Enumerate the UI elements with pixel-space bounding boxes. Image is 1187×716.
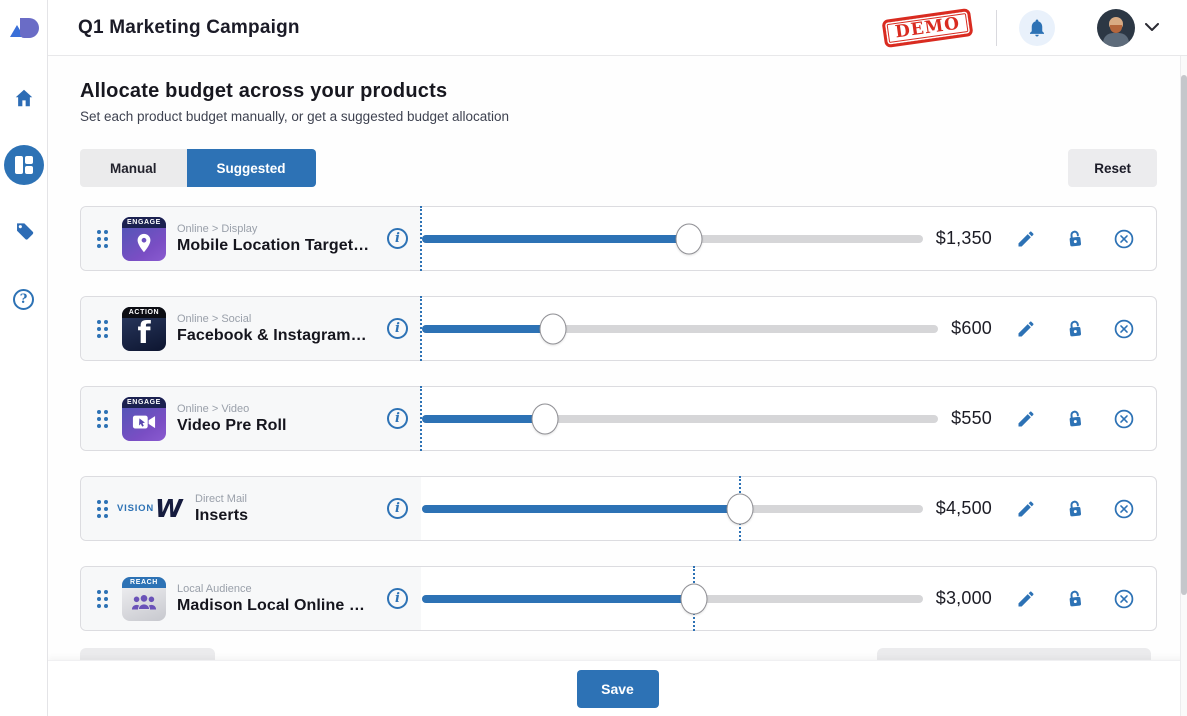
budget-value: $550 — [951, 408, 992, 429]
next-row-peek — [80, 648, 215, 660]
app-window: ? Q1 Marketing Campaign DEMO — [0, 0, 1187, 716]
lock-icon[interactable] — [1064, 228, 1086, 250]
drag-handle-icon[interactable] — [97, 500, 108, 518]
scrollbar[interactable] — [1180, 56, 1187, 716]
product-row: VISION W Direct Mail Inserts i — [80, 476, 1157, 541]
budget-slider[interactable] — [421, 566, 923, 631]
budget-slider[interactable] — [421, 476, 923, 541]
product-category: Online > Video — [177, 403, 379, 415]
home-icon[interactable] — [4, 78, 44, 118]
product-icon-location-pin: ENGAGE — [122, 217, 166, 261]
edit-pencil-icon[interactable] — [1015, 228, 1037, 250]
avatar — [1097, 9, 1135, 47]
app-logo-icon — [0, 0, 47, 56]
save-button[interactable]: Save — [577, 670, 659, 708]
user-menu[interactable] — [1097, 9, 1159, 47]
info-icon[interactable]: i — [387, 408, 408, 429]
product-category: Local Audience — [177, 583, 379, 595]
budget-allocation-panel: Allocate budget across your products Set… — [48, 56, 1187, 660]
remove-circle-x-icon[interactable] — [1113, 408, 1135, 430]
drag-handle-icon[interactable] — [97, 320, 108, 338]
product-name: Video Pre Roll — [177, 417, 379, 435]
vendor-badge: ACTION — [122, 307, 166, 318]
product-category: Online > Social — [177, 313, 379, 325]
campaign-title: Q1 Marketing Campaign — [78, 17, 300, 39]
sidebar-nav: ? — [4, 56, 44, 319]
product-category: Online > Display — [177, 223, 379, 235]
product-list: ENGAGE Online > Display Mobile Location … — [80, 206, 1157, 631]
budget-value: $3,000 — [936, 588, 992, 609]
product-icon-facebook: ACTION f — [122, 307, 166, 351]
info-icon[interactable]: i — [387, 498, 408, 519]
product-name: Facebook & Instagram… — [177, 327, 379, 345]
lock-icon[interactable] — [1064, 408, 1086, 430]
tab-suggested[interactable]: Suggested — [187, 149, 316, 187]
chevron-down-icon — [1145, 23, 1159, 32]
product-icon-audience: REACH — [122, 577, 166, 621]
page-title: Allocate budget across your products — [80, 80, 1157, 103]
product-icon-vision: VISION W — [117, 496, 187, 521]
product-name: Inserts — [195, 507, 379, 525]
slider-handle[interactable] — [532, 403, 559, 434]
budget-value: $1,350 — [936, 228, 992, 249]
info-icon[interactable]: i — [387, 228, 408, 249]
info-icon[interactable]: i — [387, 588, 408, 609]
remove-circle-x-icon[interactable] — [1113, 318, 1135, 340]
remove-circle-x-icon[interactable] — [1113, 228, 1135, 250]
tab-manual[interactable]: Manual — [80, 149, 187, 187]
budget-slider[interactable] — [421, 206, 923, 271]
allocation-mode-tabs: Manual Suggested — [80, 149, 316, 187]
slider-handle[interactable] — [726, 493, 753, 524]
budget-value: $4,500 — [936, 498, 992, 519]
remove-circle-x-icon[interactable] — [1113, 498, 1135, 520]
demo-badge: DEMO — [881, 7, 973, 47]
info-icon[interactable]: i — [387, 318, 408, 339]
budget-slider[interactable] — [421, 296, 938, 361]
notifications-bell-icon[interactable] — [1019, 10, 1055, 46]
lock-icon[interactable] — [1064, 498, 1086, 520]
drag-handle-icon[interactable] — [97, 230, 108, 248]
header-divider — [996, 10, 997, 46]
edit-pencil-icon[interactable] — [1015, 498, 1037, 520]
vendor-badge: ENGAGE — [122, 217, 166, 228]
vendor-badge: ENGAGE — [122, 397, 166, 408]
vendor-badge: REACH — [122, 577, 166, 588]
product-row: REACH Local Audience Madison Local Onlin… — [80, 566, 1157, 631]
product-row: ENGAGE Online > Display Mobile Location … — [80, 206, 1157, 271]
drag-handle-icon[interactable] — [97, 410, 108, 428]
page-subtitle: Set each product budget manually, or get… — [80, 109, 1157, 124]
reset-button[interactable]: Reset — [1068, 149, 1157, 187]
scrollbar-thumb[interactable] — [1181, 75, 1187, 595]
next-row-peek — [877, 648, 1151, 660]
edit-pencil-icon[interactable] — [1015, 318, 1037, 340]
slider-handle[interactable] — [676, 223, 703, 254]
tag-icon[interactable] — [4, 212, 44, 252]
save-bar: Save — [48, 660, 1187, 716]
product-icon-video: ENGAGE — [122, 397, 166, 441]
remove-circle-x-icon[interactable] — [1113, 588, 1135, 610]
product-name: Madison Local Online … — [177, 597, 379, 615]
edit-pencil-icon[interactable] — [1015, 408, 1037, 430]
budget-value: $600 — [951, 318, 992, 339]
sidebar: ? — [0, 0, 48, 716]
help-icon[interactable]: ? — [4, 279, 44, 319]
budget-dashboard-icon[interactable] — [4, 145, 44, 185]
drag-handle-icon[interactable] — [97, 590, 108, 608]
lock-icon[interactable] — [1064, 588, 1086, 610]
product-name: Mobile Location Target… — [177, 237, 379, 255]
product-row: ACTION f Online > Social Facebook & Inst… — [80, 296, 1157, 361]
top-bar: Q1 Marketing Campaign DEMO — [48, 0, 1187, 56]
slider-handle[interactable] — [539, 313, 566, 344]
budget-slider[interactable] — [421, 386, 938, 451]
product-row: ENGAGE Online > Video Video Pre Roll i — [80, 386, 1157, 451]
lock-icon[interactable] — [1064, 318, 1086, 340]
product-category: Direct Mail — [195, 493, 379, 505]
vendor-badge: VISION — [117, 503, 154, 514]
slider-handle[interactable] — [681, 583, 708, 614]
edit-pencil-icon[interactable] — [1015, 588, 1037, 610]
